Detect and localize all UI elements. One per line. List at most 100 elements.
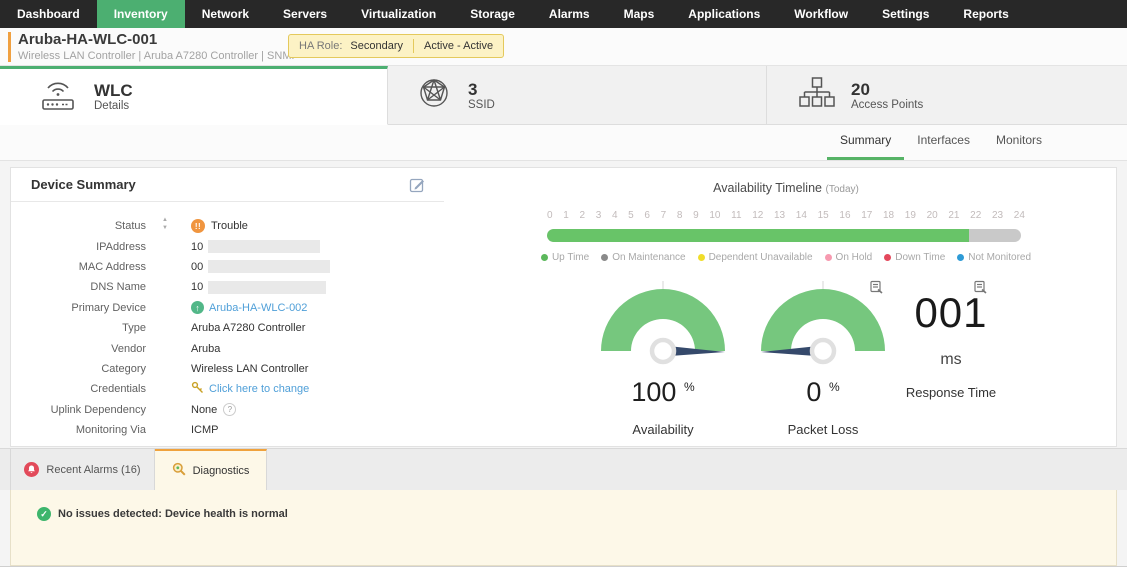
- field-monitoring-value: ICMP: [191, 424, 219, 436]
- summary-panel: Device Summary Status !! Trouble IPAddre…: [10, 167, 1117, 447]
- response-time-unit: ms: [876, 351, 1026, 369]
- legend-dot: [541, 254, 548, 261]
- timeline-tick: 5: [628, 210, 634, 221]
- legend-label: On Hold: [836, 252, 873, 263]
- field-vendor-label: Vendor: [11, 343, 146, 355]
- legend-not-monitored: Not Monitored: [957, 252, 1031, 263]
- timeline-tick: 2: [579, 210, 585, 221]
- nav-reports[interactable]: Reports: [946, 0, 1025, 28]
- diagnostics-message: No issues detected: Device health is nor…: [58, 508, 288, 520]
- diagnostics-icon: [172, 462, 186, 479]
- field-credentials: Credentials Click here to change: [11, 379, 444, 399]
- ha-mode-value: Active - Active: [424, 40, 493, 52]
- field-uplink-dependency: Uplink Dependency None ?: [11, 400, 444, 420]
- timeline-tick: 13: [774, 210, 785, 221]
- ha-badge-divider: [413, 39, 414, 53]
- legend-dot: [825, 254, 832, 261]
- timeline-tick: 7: [661, 210, 667, 221]
- device-summary-scrollbar[interactable]: ▲ ▼: [159, 216, 171, 438]
- card-ssid[interactable]: 3 SSID: [388, 66, 767, 125]
- field-mac-label: MAC Address: [11, 261, 146, 273]
- nav-network[interactable]: Network: [185, 0, 266, 28]
- timeline-tick: 24: [1014, 210, 1025, 221]
- nav-maps[interactable]: Maps: [607, 0, 672, 28]
- accent-bar: [8, 32, 11, 62]
- nav-storage[interactable]: Storage: [453, 0, 532, 28]
- timeline-tick: 11: [731, 210, 741, 221]
- nav-dashboard[interactable]: Dashboard: [0, 0, 97, 28]
- nav-settings[interactable]: Settings: [865, 0, 946, 28]
- redacted-block: [208, 260, 330, 273]
- scroll-up-icon[interactable]: ▲: [159, 216, 171, 224]
- redacted-block: [208, 240, 320, 253]
- nav-alarms[interactable]: Alarms: [532, 0, 607, 28]
- scroll-down-icon[interactable]: ▼: [159, 224, 171, 232]
- topology-icon: [799, 76, 835, 115]
- legend-on-hold: On Hold: [825, 252, 873, 263]
- legend-label: Dependent Unavailable: [709, 252, 813, 263]
- card-ssid-label: SSID: [468, 99, 495, 111]
- diagnostics-label: Diagnostics: [193, 465, 250, 477]
- timeline-up-fill: [547, 229, 969, 242]
- tab-interfaces[interactable]: Interfaces: [904, 133, 983, 160]
- field-primary-label: Primary Device: [11, 302, 146, 314]
- device-subtitle: Wireless LAN Controller | Aruba A7280 Co…: [18, 50, 299, 62]
- field-type: Type Aruba A7280 Controller: [11, 318, 444, 338]
- redacted-block: [208, 281, 326, 294]
- card-access-points[interactable]: 20 Access Points: [767, 66, 1127, 125]
- field-monitoring-via: Monitoring Via ICMP: [11, 420, 444, 440]
- field-uplink-value: None: [191, 404, 217, 416]
- field-type-label: Type: [11, 322, 146, 334]
- tab-monitors[interactable]: Monitors: [983, 133, 1055, 160]
- timeline-tick: 22: [970, 210, 981, 221]
- ha-role-label: HA Role:: [299, 40, 342, 52]
- timeline-tick: 0: [547, 210, 553, 221]
- nav-servers[interactable]: Servers: [266, 0, 344, 28]
- field-category-label: Category: [11, 363, 146, 375]
- timeline-bar[interactable]: [547, 229, 1021, 242]
- availability-label: Availability: [584, 422, 742, 437]
- bottom-strip: [0, 566, 1127, 571]
- field-credentials-label: Credentials: [11, 383, 146, 395]
- device-name: Aruba-HA-WLC-001: [18, 31, 157, 48]
- primary-device-link[interactable]: Aruba-HA-WLC-002: [209, 302, 307, 314]
- legend-down-time: Down Time: [884, 252, 945, 263]
- legend-label: Down Time: [895, 252, 945, 263]
- tab-summary[interactable]: Summary: [827, 133, 904, 160]
- field-mac-address: MAC Address 00: [11, 257, 444, 277]
- timeline-tick: 10: [709, 210, 720, 221]
- report-icon[interactable]: [869, 280, 883, 299]
- timeline-tick: 17: [861, 210, 872, 221]
- card-wlc-sublabel: Details: [94, 100, 133, 112]
- timeline-tick: 3: [596, 210, 602, 221]
- packet-loss-unit: %: [829, 380, 840, 394]
- bottom-tab-row: Recent Alarms (16) Diagnostics: [0, 448, 1127, 490]
- nav-inventory[interactable]: Inventory: [97, 0, 185, 28]
- app-window: Dashboard Inventory Network Servers Virt…: [0, 0, 1127, 571]
- nav-virtualization[interactable]: Virtualization: [344, 0, 453, 28]
- card-wlc-details[interactable]: WLC Details: [0, 66, 388, 125]
- timeline-tick: 21: [948, 210, 959, 221]
- availability-value: 100 %: [584, 377, 742, 408]
- legend-dependent-unavailable: Dependent Unavailable: [698, 252, 813, 263]
- response-time-label: Response Time: [876, 385, 1026, 400]
- diagnostics-panel: ✓ No issues detected: Device health is n…: [10, 490, 1117, 566]
- timeline-tick: 6: [644, 210, 650, 221]
- tab-recent-alarms[interactable]: Recent Alarms (16): [10, 449, 155, 490]
- field-type-value: Aruba A7280 Controller: [191, 322, 305, 334]
- credentials-change-link[interactable]: Click here to change: [209, 383, 309, 395]
- nav-applications[interactable]: Applications: [671, 0, 777, 28]
- wlc-controller-icon: [38, 75, 78, 118]
- timeline-tick: 19: [905, 210, 916, 221]
- device-header: Aruba-HA-WLC-001 Wireless LAN Controller…: [0, 28, 1127, 66]
- field-dns-label: DNS Name: [11, 281, 146, 293]
- tab-diagnostics[interactable]: Diagnostics: [155, 449, 267, 490]
- key-icon: [191, 381, 204, 397]
- timeline-tick: 14: [796, 210, 807, 221]
- field-status-label: Status: [11, 220, 146, 232]
- report-icon[interactable]: [973, 280, 987, 299]
- help-icon[interactable]: ?: [223, 403, 236, 416]
- bottom-area: Recent Alarms (16) Diagnostics ✓ No issu…: [0, 448, 1127, 571]
- edit-icon[interactable]: [409, 176, 426, 198]
- nav-workflow[interactable]: Workflow: [777, 0, 865, 28]
